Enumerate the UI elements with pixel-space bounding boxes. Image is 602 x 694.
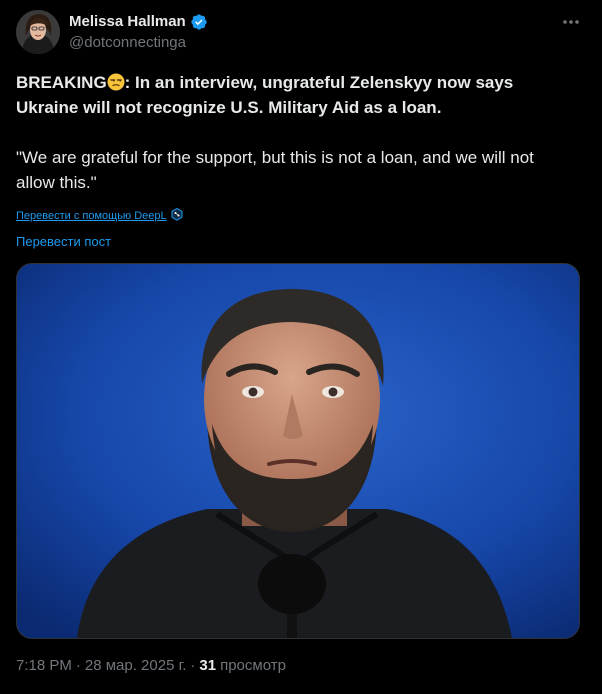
tweet-meta: 7:18 PM · 28 мар. 2025 г. · 31 просмотр: [16, 657, 286, 674]
meta-separator-2: ·: [190, 657, 196, 674]
tweet-card: Melissa Hallman @dotconnectinga BREAKING: [0, 0, 602, 694]
views-label: просмотр: [220, 657, 286, 674]
more-options-icon[interactable]: [556, 12, 586, 32]
deepl-icon: [171, 207, 183, 224]
unamused-face-icon: [107, 73, 125, 91]
tweet-text: BREAKING : In an interview, ungrateful Z…: [16, 70, 576, 195]
verified-badge-icon[interactable]: [190, 13, 208, 31]
tweet-headline-paragraph: BREAKING : In an interview, ungrateful Z…: [16, 70, 576, 120]
author-handle[interactable]: @dotconnectinga: [69, 33, 208, 53]
tweet-time[interactable]: 7:18 PM: [16, 657, 72, 674]
author-info: Melissa Hallman @dotconnectinga: [69, 13, 208, 53]
meta-separator: ·: [75, 657, 81, 674]
translate-deepl-link[interactable]: Перевести с помощью DeepL: [16, 207, 183, 224]
tweet-header: Melissa Hallman @dotconnectinga: [16, 10, 586, 56]
photo-man-at-microphone-icon: [17, 264, 579, 638]
tweet-photo[interactable]: [16, 263, 580, 639]
tweet-date[interactable]: 28 мар. 2025 г.: [85, 657, 187, 674]
views-count[interactable]: 31: [199, 657, 216, 674]
tweet-quote: "We are grateful for the support, but th…: [16, 148, 534, 192]
translate-post-link[interactable]: Перевести пост: [16, 234, 111, 249]
name-row: Melissa Hallman: [69, 13, 208, 31]
breaking-label: BREAKING: [16, 73, 107, 92]
deepl-label: Перевести с помощью DeepL: [16, 210, 167, 222]
avatar[interactable]: [16, 10, 60, 54]
author-display-name[interactable]: Melissa Hallman: [69, 13, 186, 31]
